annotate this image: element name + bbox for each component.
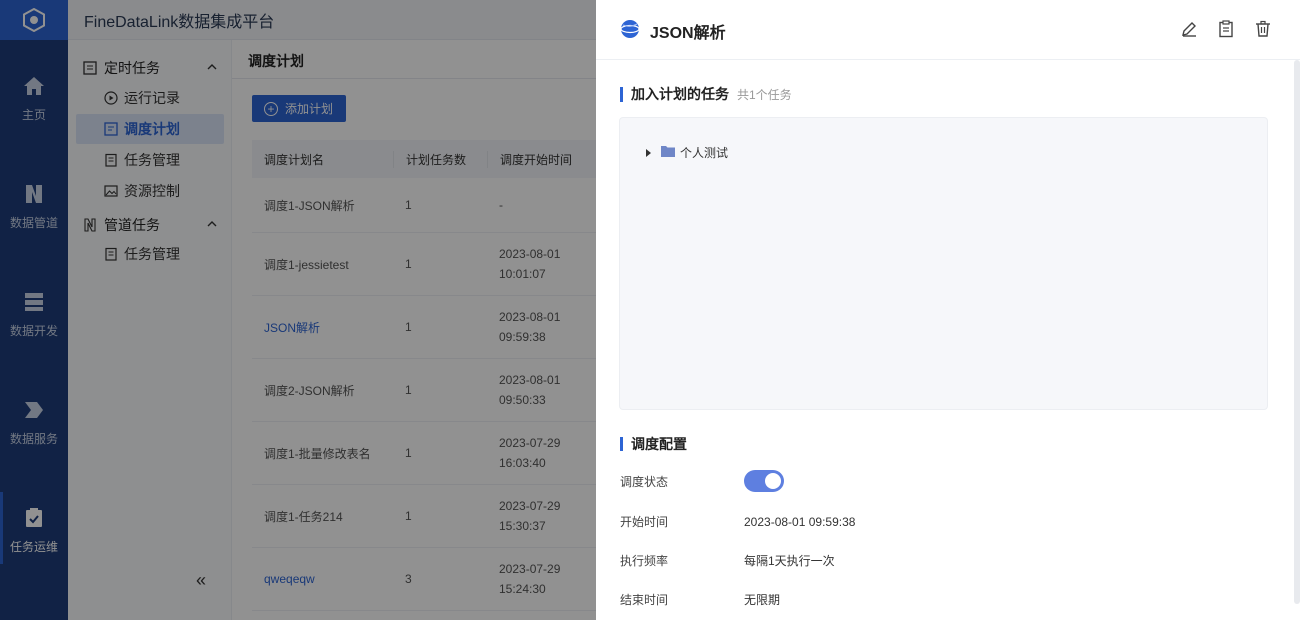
- detail-drawer: JSON解析 加入计划的任务 共1个任务 个人测试 调度配置 调度状态 开始时间 …: [596, 0, 1300, 620]
- end-label: 结束时间: [620, 593, 669, 607]
- config-row-status: 调度状态: [620, 470, 784, 492]
- trash-icon[interactable]: [1254, 20, 1272, 41]
- clipboard-icon[interactable]: [1217, 20, 1235, 41]
- frequency-value: 每隔1天执行一次: [744, 554, 835, 568]
- folder-icon: [660, 144, 676, 161]
- tasks-section-label: 加入计划的任务: [631, 86, 729, 102]
- config-section-label: 调度配置: [631, 436, 687, 452]
- edit-icon[interactable]: [1180, 20, 1198, 41]
- frequency-label: 执行频率: [620, 554, 669, 568]
- status-toggle[interactable]: [744, 470, 784, 492]
- task-tree: 个人测试: [619, 117, 1268, 410]
- config-row-start: 开始时间 2023-08-01 09:59:38: [620, 513, 855, 530]
- drawer-scrollbar[interactable]: [1294, 60, 1300, 604]
- end-value: 无限期: [744, 593, 781, 607]
- drawer-title: JSON解析: [650, 25, 726, 42]
- drawer-header: JSON解析: [596, 0, 1300, 60]
- json-globe-icon: [620, 19, 640, 42]
- config-row-end: 结束时间 无限期: [620, 591, 780, 608]
- status-label: 调度状态: [620, 474, 669, 489]
- tree-node-folder[interactable]: 个人测试: [646, 144, 728, 161]
- config-section-title: 调度配置: [620, 437, 687, 451]
- start-value: 2023-08-01 09:59:38: [744, 514, 856, 529]
- modal-overlay[interactable]: [0, 0, 596, 620]
- start-label: 开始时间: [620, 515, 669, 529]
- expand-arrow-icon[interactable]: [646, 148, 651, 157]
- tree-node-label: 个人测试: [680, 146, 729, 160]
- tasks-count: 共1个任务: [737, 88, 792, 102]
- tasks-section-title: 加入计划的任务 共1个任务: [620, 87, 792, 102]
- config-row-frequency: 执行频率 每隔1天执行一次: [620, 552, 835, 569]
